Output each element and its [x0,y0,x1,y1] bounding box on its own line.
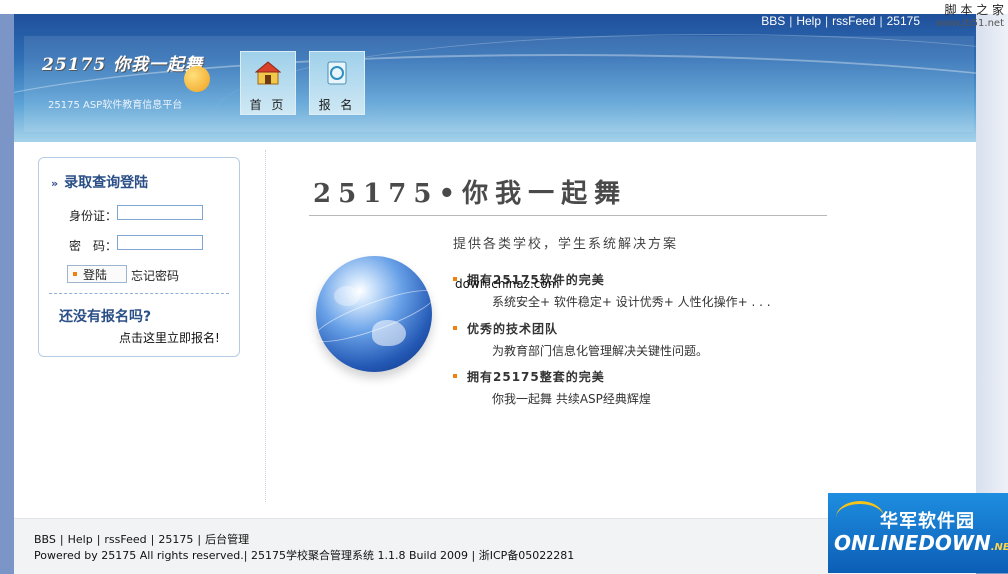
main-title: 25175•你我一起舞 [313,179,628,209]
double-chevron-icon: » [51,177,59,190]
feature-heading: 优秀的技术团队 [467,322,559,336]
not-registered-heading: 还没有报名吗? [59,309,152,325]
overlay-url: down.chinaz.com [455,277,560,291]
title-rule [309,215,827,216]
main-subtitle: 提供各类学校，学生系统解决方案 [453,237,679,252]
register-now-link[interactable]: 点击这里立即报名! [119,329,220,346]
bullet-icon [453,374,457,378]
id-row: 身份证： [69,205,203,224]
top-links: BBS | Help | rssFeed | 25175 [761,14,920,28]
top-link-25175[interactable]: 25175 [887,14,920,28]
logo-subtitle: 25175 ASP软件教育信息平台 [48,100,183,111]
footer-links: BBS | Help | rssFeed | 25175 | 后台管理 [34,533,250,546]
login-panel: » 录取查询登陆 身份证： 密 码： 登陆 忘记密码 还没有报名吗? 点击这里立即… [38,157,240,357]
login-button[interactable]: 登陆 [67,265,127,283]
swirl-icon [836,501,884,534]
id-label: 身份证： [69,209,118,223]
feature-desc: 系统安全+ 软件稳定+ 设计优秀+ 人性化操作+ . . . [492,295,771,309]
globe-icon [309,256,441,372]
footer-link-bbs[interactable]: BBS [34,533,56,546]
feature-heading: 拥有25175整套的完美 [467,370,605,384]
logo-title: 25175 你我一起舞 [42,55,204,75]
logo-ball-icon [184,66,210,92]
forgot-password-link[interactable]: 忘记密码 [131,267,179,284]
nav-register-label: 报 名 [318,98,356,112]
bullet-icon [453,326,457,330]
login-button-label: 登陆 [83,268,108,282]
footer-link-help[interactable]: Help [68,533,93,546]
home-icon [255,61,281,85]
footer-link-rss[interactable]: rssFeed [104,533,146,546]
feature-desc: 为教育部门信息化管理解决关键性问题。 [492,344,709,358]
id-input[interactable] [117,205,203,220]
right-margin [976,14,1008,573]
login-panel-title: » 录取查询登陆 [51,175,149,191]
divider [49,293,229,294]
top-link-help[interactable]: Help [796,14,821,28]
column-divider [265,150,266,502]
watermark: 脚 本 之 家 www.Jb51.net [936,4,1004,30]
password-row: 密 码： [69,235,203,254]
nav-home-label: 首 页 [249,98,287,112]
form-icon [327,61,347,85]
onlinedown-badge: 华军软件园 ONLINEDOWN.NET [828,493,1008,573]
password-input[interactable] [117,235,203,250]
nav-register-button[interactable]: 报 名 [309,51,365,115]
site-logo[interactable]: 25175 你我一起舞 25175 ASP软件教育信息平台 [34,50,224,120]
top-link-rss[interactable]: rssFeed [832,14,875,28]
watermark-line2: www.Jb51.net [935,18,1004,29]
watermark-line1: 脚 本 之 家 [944,3,1004,17]
site-header: 25175 你我一起舞 25175 ASP软件教育信息平台 首 页 报 名 [14,14,976,142]
footer-link-25175[interactable]: 25175 [158,533,193,546]
top-link-bbs[interactable]: BBS [761,14,785,28]
page-top-edge [0,0,1008,14]
badge-en: ONLINEDOWN.NET [834,531,1008,555]
badge-cn: 华军软件园 [880,511,975,532]
footer-link-admin[interactable]: 后台管理 [205,533,249,546]
feature-desc: 你我一起舞 共续ASP经典辉煌 [492,392,651,406]
copyright-text: Powered by 25175 All rights reserved.| 2… [34,549,575,562]
password-label: 密 码： [69,239,118,253]
nav-home-button[interactable]: 首 页 [240,51,296,115]
bullet-icon [73,272,77,276]
